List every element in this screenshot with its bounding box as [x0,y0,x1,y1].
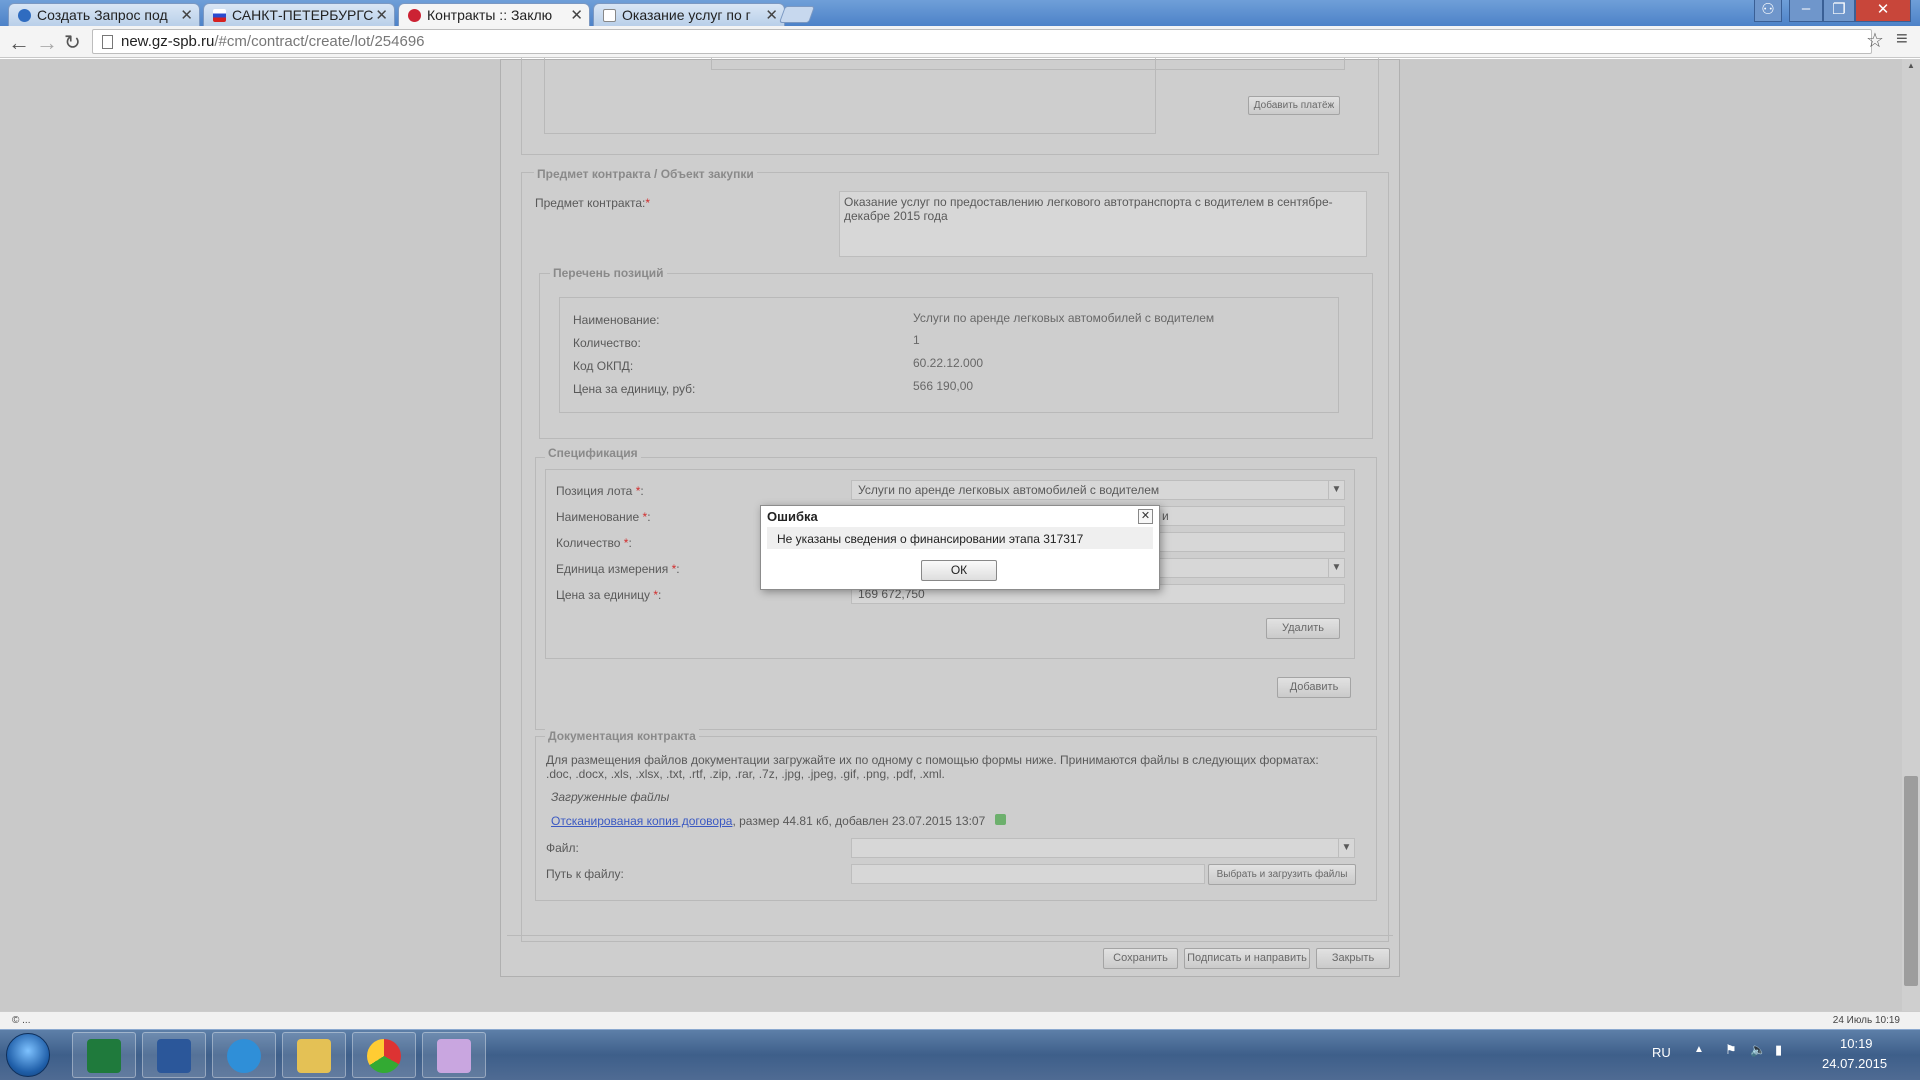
taskbar-chrome[interactable] [352,1032,416,1078]
url-path: /#cm/contract/create/lot/254696 [214,33,425,50]
status-left: © ... [12,1015,31,1026]
address-bar[interactable]: new.gz-spb.ru/#cm/contract/create/lot/25… [92,29,1872,54]
browser-tab-strip: Создать Запрос под ✕ САНКТ-ПЕТЕРБУРГС ✕ … [0,0,1920,27]
action-center-flag-icon[interactable]: ⚑ [1725,1042,1737,1058]
dialog-ok-button[interactable]: ОК [921,560,997,581]
profile-icon[interactable]: ⚇ [1754,0,1782,22]
minimize-icon[interactable]: – [1789,0,1823,22]
back-arrow-icon[interactable]: ← [8,30,30,56]
bookmark-star-icon[interactable]: ☆ [1866,28,1884,53]
gz-favicon-icon [408,9,421,22]
dialog-title: Ошибка [767,509,818,524]
tab-title: Создать Запрос под [37,7,168,23]
window-close-icon[interactable]: ✕ [1855,0,1911,22]
browser-toolbar: ← → ↻ new.gz-spb.ru/#cm/contract/create/… [0,26,1920,58]
taskbar-word[interactable] [142,1032,206,1078]
close-tab-icon[interactable]: ✕ [765,6,778,24]
taskbar-excel[interactable] [72,1032,136,1078]
forward-arrow-icon[interactable]: → [36,30,58,56]
paint-icon [437,1039,471,1073]
page-favicon-icon [603,9,616,22]
flag-favicon-icon [213,9,226,22]
start-button-icon[interactable] [6,1033,50,1077]
language-indicator[interactable]: RU [1652,1045,1671,1060]
new-tab-button[interactable] [778,6,816,23]
file-explorer-icon [297,1039,331,1073]
system-tray: RU ▲ ⚑ 🔈 ▮ 10:19 24.07.2015 [1650,1030,1920,1080]
word-icon [157,1039,191,1073]
taskbar-ie[interactable] [212,1032,276,1078]
menu-icon[interactable]: ≡ [1896,28,1908,51]
windows-taskbar: RU ▲ ⚑ 🔈 ▮ 10:19 24.07.2015 [0,1029,1920,1080]
reload-icon[interactable]: ↻ [64,30,81,55]
tab-create-request[interactable]: Создать Запрос под ✕ [8,3,200,26]
dialog-close-icon[interactable]: ✕ [1138,509,1153,524]
tab-title: Контракты :: Заклю [427,7,553,23]
status-right: 24 Июль 10:19 [1832,1015,1900,1026]
close-tab-icon[interactable]: ✕ [570,6,583,24]
taskbar-time[interactable]: 10:19 [1840,1036,1873,1051]
error-dialog: Ошибка ✕ Не указаны сведения о финансиро… [760,505,1160,590]
excel-icon [87,1039,121,1073]
tab-title: САНКТ-ПЕТЕРБУРГС [232,7,374,23]
page-icon [102,35,113,49]
dialog-message: Не указаны сведения о финансировании эта… [777,532,1084,546]
taskbar-explorer[interactable] [282,1032,346,1078]
tab-service[interactable]: Оказание услуг по г ✕ [593,3,785,26]
taskbar-paint[interactable] [422,1032,486,1078]
tab-title: Оказание услуг по г [622,7,751,23]
globe-favicon-icon [18,9,31,22]
volume-icon[interactable]: 🔈 [1750,1042,1766,1058]
internet-explorer-icon [227,1039,261,1073]
scrollbar-thumb[interactable] [1904,776,1918,986]
network-icon[interactable]: ▮ [1775,1042,1782,1058]
restore-icon[interactable]: ❐ [1823,0,1855,22]
tray-expand-icon[interactable]: ▲ [1694,1044,1704,1055]
chrome-icon [367,1039,401,1073]
close-tab-icon[interactable]: ✕ [375,6,388,24]
status-bar: © ... 24 Июль 10:19 [0,1011,1920,1029]
taskbar-date[interactable]: 24.07.2015 [1822,1056,1887,1071]
tab-spb[interactable]: САНКТ-ПЕТЕРБУРГС ✕ [203,3,395,26]
scroll-up-icon[interactable]: ▲ [1907,61,1915,70]
close-tab-icon[interactable]: ✕ [180,6,193,24]
tab-contracts[interactable]: Контракты :: Заклю ✕ [398,3,590,27]
url-host: new.gz-spb.ru [121,33,215,50]
